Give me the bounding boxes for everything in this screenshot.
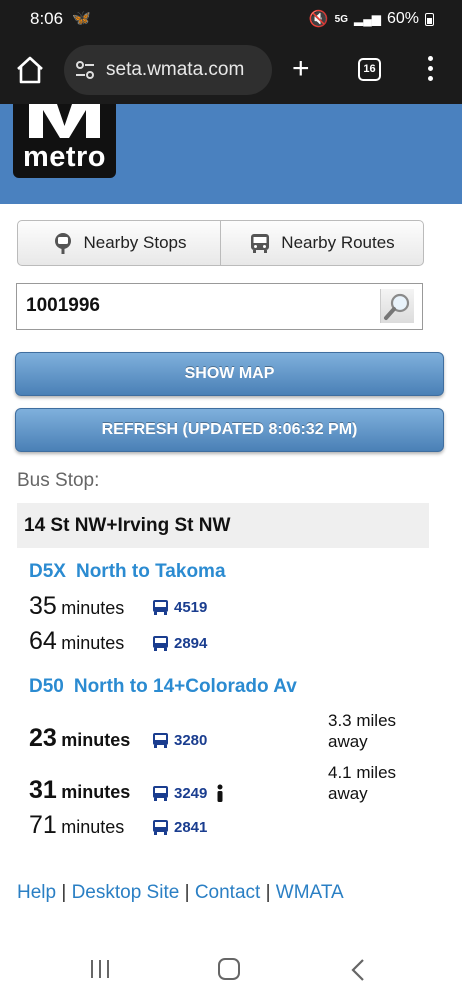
help-link[interactable]: Help: [17, 882, 56, 903]
butterfly-icon: 🦋: [72, 10, 91, 27]
bus-icon: [153, 785, 168, 801]
system-nav-bar: [0, 940, 462, 1000]
bus-number: 4519: [174, 599, 208, 616]
back-icon[interactable]: [350, 958, 366, 982]
status-bar: 8:06 🦋 🔇 5G ▂▄▆ 60%: [0, 0, 462, 36]
arrival-unit: minutes: [61, 817, 125, 837]
home-icon[interactable]: [14, 54, 46, 86]
vehicle-info: 2841: [152, 819, 207, 836]
arrival-unit: minutes: [61, 598, 125, 618]
route-direction: North to 14+Colorado Av: [73, 676, 297, 697]
route-direction: North to Takoma: [75, 561, 226, 582]
footer-links: Help | Desktop Site | Contact | WMATA: [17, 882, 344, 904]
vehicle-info: 4519: [152, 599, 207, 616]
footer-separator: |: [61, 882, 67, 903]
bus-icon: [251, 234, 270, 253]
bus-number: 2841: [174, 819, 208, 836]
site-settings-icon[interactable]: [74, 59, 96, 81]
search-button[interactable]: [380, 289, 414, 323]
search-icon: [384, 293, 410, 320]
route-number: D50: [29, 676, 64, 697]
arrival-unit: minutes: [61, 730, 131, 750]
bus-icon: [153, 733, 168, 748]
bus-distance: 3.3 miles away: [328, 711, 397, 751]
bus-number: 2894: [174, 635, 208, 652]
logo-wordmark: metro: [22, 141, 107, 173]
stop-search: [16, 283, 423, 330]
vehicle-info: 2894: [152, 635, 207, 652]
nearby-toggle: Nearby Stops Nearby Routes: [17, 220, 424, 266]
address-bar[interactable]: seta.wmata.com: [64, 45, 272, 95]
mute-icon: 🔇: [308, 11, 329, 28]
recents-icon[interactable]: [89, 959, 111, 979]
stop-name: 14 St NW+Irving St NW: [17, 503, 429, 548]
bus-stop-icon: [54, 233, 71, 254]
bus-icon: [153, 820, 168, 835]
arrival-minutes: 31: [29, 776, 57, 804]
show-map-button[interactable]: SHOW MAP: [15, 352, 444, 396]
nearby-routes-button[interactable]: Nearby Routes: [221, 221, 423, 265]
bus-stop-label: Bus Stop:: [17, 470, 100, 491]
stop-id-input[interactable]: [17, 284, 372, 328]
metro-m-mark: [29, 104, 100, 138]
battery-icon: [425, 12, 434, 26]
arrival-minutes: 71: [29, 811, 57, 839]
bus-icon: [153, 636, 168, 651]
nearby-routes-label: Nearby Routes: [281, 233, 395, 252]
desktop-site-link[interactable]: Desktop Site: [72, 882, 180, 903]
bus-icon: [153, 600, 168, 615]
home-nav-icon[interactable]: [218, 958, 240, 980]
footer-separator: |: [265, 882, 271, 903]
footer-separator: |: [184, 882, 190, 903]
arrival-minutes: 64: [29, 627, 57, 655]
network-label: 5G: [334, 13, 348, 25]
bus-distance: 4.1 miles away: [328, 763, 397, 803]
refresh-button[interactable]: REFRESH (UPDATED 8:06:32 PM): [15, 408, 444, 452]
route-heading[interactable]: D5X North to Takoma: [29, 561, 226, 583]
vehicle-info: 3280: [152, 732, 207, 749]
new-tab-icon[interactable]: +: [292, 54, 310, 84]
bus-number: 3249: [174, 784, 208, 802]
wmata-link[interactable]: WMATA: [276, 882, 344, 903]
person-icon: [217, 784, 223, 802]
route-heading[interactable]: D50 North to 14+Colorado Av: [29, 676, 297, 698]
nearby-stops-button[interactable]: Nearby Stops: [18, 221, 221, 265]
url-text[interactable]: seta.wmata.com: [106, 59, 244, 81]
arrival-row: 64 minutes: [29, 627, 124, 656]
arrival-row: 71 minutes: [29, 811, 124, 840]
arrival-unit: minutes: [61, 633, 125, 653]
arrival-minutes: 23: [29, 724, 57, 752]
status-icons: 🔇 5G ▂▄▆ 60%: [309, 9, 434, 29]
bus-number: 3280: [174, 732, 208, 749]
status-time: 8:06: [30, 9, 64, 28]
tab-switcher-button[interactable]: 16: [358, 58, 381, 81]
nearby-stops-label: Nearby Stops: [83, 233, 187, 252]
vehicle-info: 3249: [152, 784, 225, 802]
battery-label: 60%: [386, 10, 419, 27]
more-options-icon[interactable]: [422, 54, 438, 88]
browser-toolbar: seta.wmata.com + 16: [0, 36, 462, 104]
arrival-row: 35 minutes: [29, 592, 124, 621]
contact-link[interactable]: Contact: [195, 882, 260, 903]
signal-icon: ▂▄▆: [354, 12, 381, 26]
arrival-unit: minutes: [61, 782, 131, 802]
arrival-row: 23 minutes: [29, 724, 130, 753]
arrival-minutes: 35: [29, 592, 57, 620]
arrival-row: 31 minutes: [29, 776, 130, 805]
route-number: D5X: [29, 561, 66, 582]
metro-logo[interactable]: metro: [13, 104, 116, 178]
